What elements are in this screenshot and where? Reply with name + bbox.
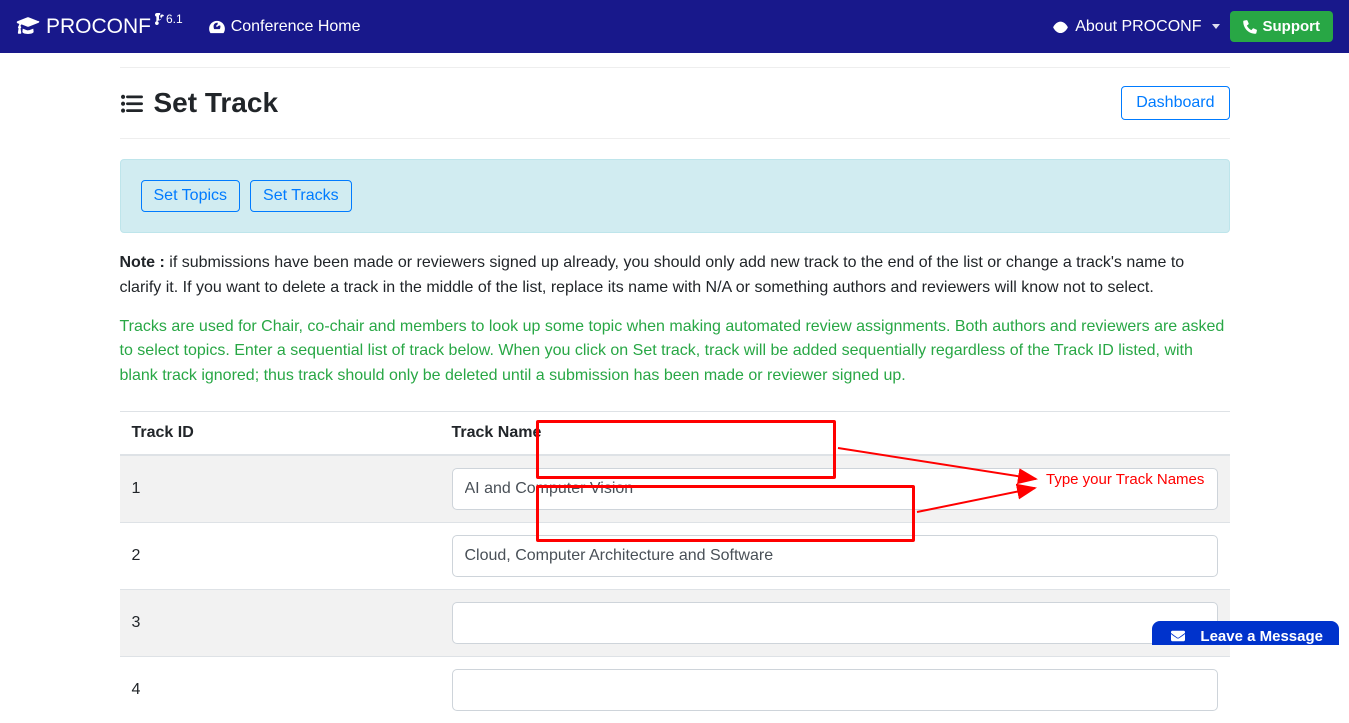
table-row: 1 — [120, 455, 1230, 523]
note-paragraph: Note : if submissions have been made or … — [120, 251, 1230, 301]
track-id-cell: 3 — [120, 589, 440, 656]
main-container: Set Track Dashboard Set Topics Set Track… — [120, 53, 1230, 723]
envelope-icon — [1168, 629, 1188, 643]
support-button[interactable]: Support — [1230, 11, 1334, 42]
help-paragraph: Tracks are used for Chair, co-chair and … — [120, 315, 1230, 389]
page-title-group: Set Track — [120, 87, 279, 119]
phone-icon — [1243, 20, 1257, 34]
top-rule — [120, 67, 1230, 68]
about-label: About PROCONF — [1075, 18, 1201, 36]
track-id-cell: 4 — [120, 656, 440, 723]
branch-icon — [155, 13, 164, 25]
page-header: Set Track Dashboard — [120, 80, 1230, 139]
support-label: Support — [1263, 18, 1321, 35]
set-tracks-button[interactable]: Set Tracks — [250, 180, 352, 212]
note-label: Note : — [120, 254, 165, 271]
track-name-input[interactable] — [452, 468, 1218, 510]
about-link[interactable]: About PROCONF — [1052, 18, 1219, 36]
eye-icon — [1052, 20, 1069, 33]
chevron-down-icon — [1212, 24, 1220, 29]
page-title: Set Track — [154, 87, 279, 119]
nav-right: About PROCONF Support — [1052, 11, 1333, 42]
table-row: 4 — [120, 656, 1230, 723]
leave-message-label: Leave a Message — [1200, 628, 1323, 645]
dashboard-icon — [209, 20, 225, 34]
brand-name: PROCONF — [46, 15, 151, 39]
brand-version: 6.1 — [155, 12, 183, 26]
dashboard-button[interactable]: Dashboard — [1121, 86, 1229, 120]
col-track-name: Track Name — [440, 411, 1230, 455]
table-row: 3 — [120, 589, 1230, 656]
table-row: 2 — [120, 522, 1230, 589]
track-name-input[interactable] — [452, 602, 1218, 644]
graduation-cap-icon — [16, 16, 40, 34]
tracks-table: Track ID Track Name 1 2 3 4 — [120, 411, 1230, 723]
track-id-cell: 2 — [120, 522, 440, 589]
leave-message-widget[interactable]: Leave a Message — [1152, 621, 1339, 645]
track-id-cell: 1 — [120, 455, 440, 523]
brand-link[interactable]: PROCONF 6.1 — [16, 15, 183, 39]
set-topics-button[interactable]: Set Topics — [141, 180, 241, 212]
track-name-input[interactable] — [452, 669, 1218, 711]
conference-home-link[interactable]: Conference Home — [197, 10, 373, 44]
top-navbar: PROCONF 6.1 Conference Home About PROCON… — [0, 0, 1349, 53]
info-panel: Set Topics Set Tracks — [120, 159, 1230, 233]
col-track-id: Track ID — [120, 411, 440, 455]
list-icon — [120, 92, 144, 114]
conference-home-label: Conference Home — [231, 18, 361, 36]
note-body: if submissions have been made or reviewe… — [120, 254, 1185, 296]
track-name-input[interactable] — [452, 535, 1218, 577]
